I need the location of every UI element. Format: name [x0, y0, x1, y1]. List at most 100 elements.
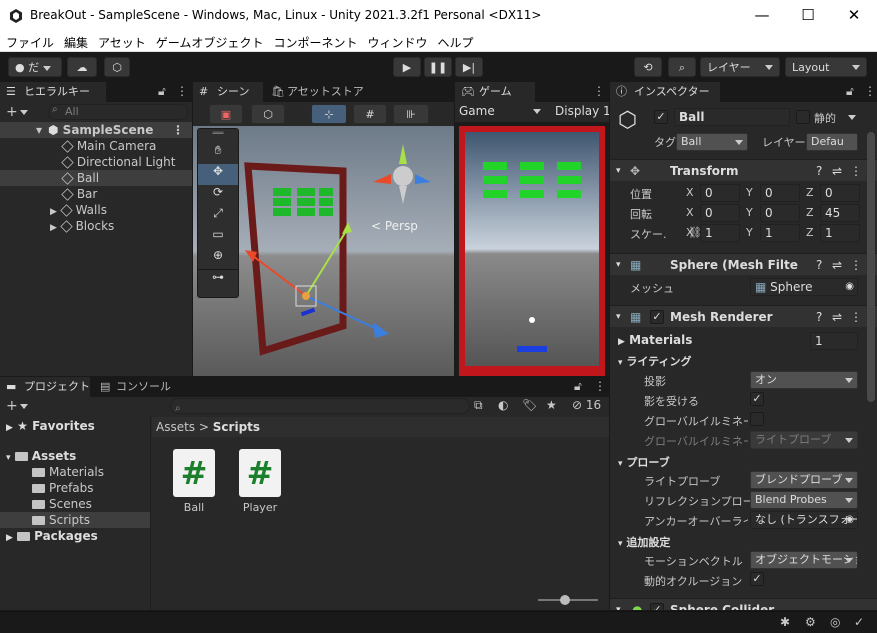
axis-label-x[interactable]: X [686, 226, 694, 239]
menu-assets[interactable]: アセット [92, 32, 150, 51]
presets-icon[interactable]: ⇌ [832, 160, 842, 182]
maximize-button[interactable]: ☐ [785, 0, 831, 32]
tab-hierarchy[interactable]: ☰ ヒエラルキー [0, 82, 106, 102]
active-checkbox[interactable]: ✓ [654, 110, 668, 124]
mesh-filter-header[interactable]: ▾ ▦ Sphere (Mesh Filter) ? ⇌ ⋮ [610, 253, 877, 275]
tab-game[interactable]: 🎮︎ ゲーム [455, 82, 535, 102]
game-mode-dropdown[interactable]: Game [459, 102, 545, 120]
tab-console[interactable]: ▤ コンソール [92, 377, 182, 397]
more-icon[interactable]: ⋮ [593, 84, 605, 98]
more-icon[interactable]: ⋮ [850, 254, 862, 276]
asset-ball-script[interactable]: # Ball [170, 449, 218, 514]
draw-mode-dropdown[interactable]: ▣ [209, 104, 243, 124]
tree-favorites[interactable]: ▶ ★ Favorites [6, 418, 95, 434]
bug-icon[interactable]: ✱ [780, 615, 790, 629]
hierarchy-search-input[interactable]: All [48, 104, 188, 120]
tab-asset-store[interactable]: 🛍︎ アセットストア [263, 82, 373, 102]
filter-type-icon[interactable]: ◐ [498, 398, 508, 412]
anchor-override-field[interactable]: なし (トランスフォー ◉ [750, 511, 858, 529]
rect-tool-icon[interactable]: ▭ [198, 227, 238, 248]
hierarchy-item-directional-light[interactable]: Directional Light [61, 154, 176, 170]
play-button[interactable]: ▶ [393, 57, 421, 77]
more-icon[interactable]: ⋮ [172, 122, 184, 138]
materials-foldout[interactable]: ▶ Materials [618, 333, 692, 347]
auto-generate-icon[interactable]: ✓ [854, 615, 864, 629]
more-icon[interactable]: ⋮ [594, 379, 606, 393]
menu-file[interactable]: ファイル [0, 32, 58, 51]
mesh-renderer-header[interactable]: ▾ ▦ ✓ Mesh Renderer ? ⇌ ⋮ [610, 305, 877, 327]
reflection-probes-dropdown[interactable]: Blend Probes [750, 491, 858, 509]
tab-scene[interactable]: # シーン [193, 82, 263, 102]
pos-y-field[interactable]: 0 [760, 184, 800, 202]
breadcrumb-scripts[interactable]: Scripts [213, 420, 260, 434]
breadcrumb-assets[interactable]: Assets [156, 420, 195, 434]
axis-label-x[interactable]: X [686, 206, 694, 219]
inspector-scrollbar[interactable] [867, 132, 875, 402]
search-by-type-icon[interactable]: ⧉ [474, 398, 483, 413]
progress-icon[interactable]: ◎ [830, 615, 840, 629]
motion-vectors-dropdown[interactable]: オブジェクトモーショ [750, 551, 858, 569]
scale-tool-icon[interactable]: ⤢ [198, 206, 238, 227]
slider-thumb[interactable] [560, 595, 570, 605]
transform-tool-icon[interactable]: ⊕ [198, 248, 238, 269]
presets-icon[interactable]: ⇌ [832, 306, 842, 328]
axis-label-y[interactable]: Y [746, 206, 753, 219]
help-icon[interactable]: ? [816, 306, 822, 328]
materials-count-field[interactable]: 1 [810, 332, 858, 350]
tree-scripts[interactable]: Scripts [0, 512, 150, 528]
axis-label-y[interactable]: Y [746, 226, 753, 239]
lighting-foldout[interactable]: ▾ ライティング [618, 353, 692, 369]
close-button[interactable]: ✕ [831, 0, 877, 32]
label-icon[interactable]: 🏷︎ [522, 398, 537, 412]
mesh-renderer-enabled-checkbox[interactable]: ✓ [650, 310, 664, 324]
minimize-button[interactable]: — [739, 0, 785, 32]
menu-window[interactable]: ウィンドウ [361, 32, 431, 51]
tree-materials[interactable]: Materials [32, 464, 104, 480]
axis-label-z[interactable]: Z [806, 186, 814, 199]
gizmo-toggle[interactable]: ⊹ [311, 104, 347, 124]
tree-scenes[interactable]: Scenes [32, 496, 92, 512]
asset-player-script[interactable]: # Player [236, 449, 284, 514]
create-button[interactable]: + [6, 398, 28, 414]
tab-project[interactable]: ▬ プロジェクト [0, 377, 90, 397]
receive-shadows-checkbox[interactable]: ✓ [750, 392, 764, 406]
history-button[interactable]: ⟲ [634, 57, 662, 77]
tree-prefabs[interactable]: Prefabs [32, 480, 94, 496]
hierarchy-item-main-camera[interactable]: Main Camera [61, 138, 156, 154]
menu-help[interactable]: ヘルプ [431, 32, 477, 51]
contribute-gi-checkbox[interactable] [750, 412, 764, 426]
search-button[interactable]: ⌕ [668, 57, 696, 77]
hierarchy-scene-row[interactable]: ▾ ⬢ SampleScene ⋮ [0, 122, 192, 138]
object-picker-icon[interactable]: ◉ [845, 279, 854, 295]
lock-icon[interactable]: 🔓︎ [846, 84, 854, 99]
lock-icon[interactable]: 🔓︎ [158, 84, 166, 99]
grid-dropdown[interactable]: # [353, 104, 387, 124]
help-icon[interactable]: ? [816, 254, 822, 276]
rot-z-field[interactable]: 45 [820, 204, 860, 222]
collab-button[interactable]: ⬡ [104, 57, 130, 77]
layout-dropdown[interactable]: Layout [785, 57, 867, 77]
cloud-button[interactable]: ☁ [67, 57, 97, 77]
layers-dropdown[interactable]: レイヤー [700, 57, 780, 77]
more-icon[interactable]: ⋮ [176, 84, 188, 98]
axis-label-z[interactable]: Z [806, 226, 814, 239]
object-picker-icon[interactable]: ◉ [845, 512, 854, 528]
scale-y-field[interactable]: 1 [760, 224, 800, 242]
help-icon[interactable]: ? [816, 160, 822, 182]
presets-icon[interactable]: ⇌ [832, 254, 842, 276]
pos-z-field[interactable]: 0 [820, 184, 860, 202]
more-icon[interactable]: ⋮ [850, 160, 862, 182]
pos-x-field[interactable]: 0 [700, 184, 740, 202]
scale-x-field[interactable]: 1 [700, 224, 740, 242]
shading-dropdown[interactable]: ⬡ [251, 104, 285, 124]
more-icon[interactable]: ⋮ [850, 306, 862, 328]
custom-tool-icon[interactable]: ⊶ [198, 269, 238, 293]
menu-gameobject[interactable]: ゲームオブジェクト [150, 32, 268, 51]
favorite-star-icon[interactable]: ★ [546, 398, 557, 412]
menu-component[interactable]: コンポーネント [267, 32, 361, 51]
hierarchy-item-walls[interactable]: ▶ Walls [50, 202, 107, 218]
rot-x-field[interactable]: 0 [700, 204, 740, 222]
axis-label-x[interactable]: X [686, 186, 694, 199]
chevron-down-icon[interactable] [848, 115, 856, 120]
object-name-field[interactable]: Ball [674, 108, 790, 126]
